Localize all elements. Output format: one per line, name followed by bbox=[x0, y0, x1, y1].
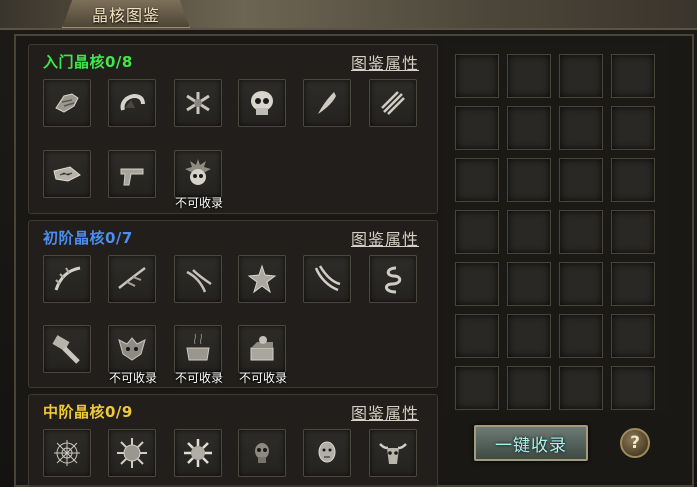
collection-slot[interactable] bbox=[455, 262, 499, 306]
star-creature-icon bbox=[247, 264, 277, 294]
not-collectible-label: 不可收录 bbox=[174, 196, 223, 210]
crystal-item[interactable] bbox=[238, 255, 286, 303]
fang-icon bbox=[318, 92, 336, 114]
section-title: 入门晶核0/8 bbox=[43, 53, 133, 71]
twin-tusk-icon bbox=[314, 265, 341, 292]
hammer-icon bbox=[52, 335, 80, 364]
collection-slot[interactable] bbox=[559, 210, 603, 254]
not-collectible-label: 不可收录 bbox=[174, 371, 223, 385]
title-tab: 晶核图鉴 bbox=[62, 0, 190, 28]
collection-slot[interactable] bbox=[455, 366, 499, 410]
collection-slot[interactable] bbox=[559, 262, 603, 306]
crystal-item[interactable] bbox=[43, 429, 91, 477]
crystal-item[interactable] bbox=[369, 255, 417, 303]
cauldron-icon bbox=[186, 333, 210, 361]
crystal-item[interactable] bbox=[303, 255, 351, 303]
atlas-attributes-link[interactable]: 图鉴属性 bbox=[351, 226, 419, 250]
spiked-orb-icon bbox=[117, 438, 147, 468]
collection-slot[interactable] bbox=[611, 314, 655, 358]
pistol-icon bbox=[120, 168, 144, 186]
crystal-item[interactable] bbox=[303, 79, 351, 127]
help-icon: ? bbox=[630, 433, 640, 453]
collection-slot[interactable] bbox=[611, 106, 655, 150]
crystal-item[interactable]: 不可收录 bbox=[108, 325, 157, 385]
not-collectible-label: 不可收录 bbox=[108, 371, 157, 385]
atlas-attributes-link[interactable]: 图鉴属性 bbox=[351, 400, 419, 424]
collection-slot[interactable] bbox=[611, 366, 655, 410]
crystal-item[interactable] bbox=[43, 325, 91, 373]
collection-slot[interactable] bbox=[507, 262, 551, 306]
crystal-item[interactable] bbox=[43, 79, 91, 127]
collection-slot[interactable] bbox=[507, 54, 551, 98]
coil-icon bbox=[385, 266, 402, 294]
collection-slot[interactable] bbox=[559, 54, 603, 98]
bone-claw-icon bbox=[118, 267, 146, 289]
help-button[interactable]: ? bbox=[620, 428, 650, 458]
bull-skull-icon bbox=[379, 443, 407, 464]
collection-slot[interactable] bbox=[507, 210, 551, 254]
window-frame: 晶核图鉴 入门晶核0/8 图鉴属性 初阶晶核0/7 图鉴属性 中阶晶核0/9 图… bbox=[0, 0, 697, 487]
collection-slot[interactable] bbox=[507, 366, 551, 410]
crystal-item[interactable] bbox=[369, 429, 417, 477]
web-icon bbox=[54, 440, 80, 466]
crystal-item[interactable] bbox=[108, 150, 156, 198]
collection-slot[interactable] bbox=[611, 158, 655, 202]
collect-all-button[interactable]: 一键收录 bbox=[474, 425, 588, 461]
window-title: 晶核图鉴 bbox=[91, 5, 160, 25]
skull-icon bbox=[251, 91, 273, 115]
crystal-item[interactable] bbox=[108, 79, 156, 127]
collection-slot[interactable] bbox=[507, 106, 551, 150]
spiked-skull-icon bbox=[185, 159, 211, 185]
crystal-item[interactable] bbox=[238, 429, 286, 477]
chest-icon bbox=[250, 336, 274, 361]
collection-slot[interactable] bbox=[455, 210, 499, 254]
collect-all-label: 一键收录 bbox=[495, 435, 567, 456]
section-title: 中阶晶核0/9 bbox=[43, 403, 133, 421]
collection-slot[interactable] bbox=[559, 106, 603, 150]
crystal-item[interactable] bbox=[238, 79, 286, 127]
spine-icon bbox=[54, 266, 81, 291]
crystal-item[interactable] bbox=[108, 429, 156, 477]
small-skull-icon bbox=[255, 443, 269, 463]
collection-slot[interactable] bbox=[611, 262, 655, 306]
crystal-item[interactable] bbox=[108, 255, 156, 303]
horn-ring-icon bbox=[120, 94, 145, 111]
claw-icon bbox=[381, 91, 405, 115]
bone-pile-icon bbox=[186, 92, 210, 114]
collection-slot[interactable] bbox=[559, 158, 603, 202]
collection-slot[interactable] bbox=[611, 210, 655, 254]
crystal-item[interactable] bbox=[369, 79, 417, 127]
collection-slot[interactable] bbox=[455, 314, 499, 358]
spiked-orb-2-icon bbox=[184, 439, 212, 467]
collection-slot[interactable] bbox=[611, 54, 655, 98]
collection-slot[interactable] bbox=[507, 314, 551, 358]
crystal-item[interactable] bbox=[43, 150, 91, 198]
crystal-item[interactable] bbox=[174, 79, 222, 127]
demon-mask-icon bbox=[118, 337, 146, 361]
collection-slot[interactable] bbox=[455, 54, 499, 98]
collection-slot[interactable] bbox=[455, 106, 499, 150]
crystal-item[interactable]: 不可收录 bbox=[174, 150, 223, 210]
section-title: 初阶晶核0/7 bbox=[43, 229, 133, 247]
crystal-item[interactable]: 不可收录 bbox=[174, 325, 223, 385]
crystal-item[interactable] bbox=[174, 429, 222, 477]
collection-slot[interactable] bbox=[507, 158, 551, 202]
crystal-item[interactable] bbox=[174, 255, 222, 303]
crystal-item[interactable] bbox=[303, 429, 351, 477]
gauntlet-icon bbox=[55, 93, 79, 113]
crystal-item[interactable] bbox=[43, 255, 91, 303]
beast-jaw-icon bbox=[53, 166, 81, 182]
crystal-item[interactable]: 不可收录 bbox=[238, 325, 287, 385]
collection-slot[interactable] bbox=[559, 314, 603, 358]
head-icon bbox=[318, 441, 336, 463]
not-collectible-label: 不可收录 bbox=[238, 371, 287, 385]
atlas-attributes-link[interactable]: 图鉴属性 bbox=[351, 50, 419, 74]
collection-slot[interactable] bbox=[455, 158, 499, 202]
collection-slot[interactable] bbox=[559, 366, 603, 410]
talon-icon bbox=[186, 269, 212, 293]
